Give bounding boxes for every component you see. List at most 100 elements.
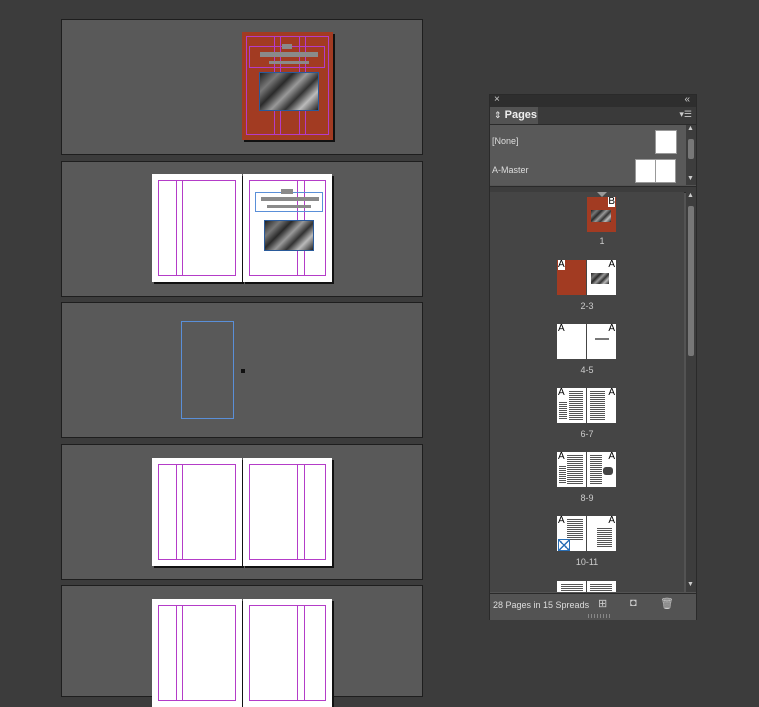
page-right[interactable]	[243, 174, 332, 282]
new-page-icon[interactable]: ◘	[630, 597, 637, 609]
resize-grip-icon[interactable]	[588, 614, 610, 618]
master-none[interactable]: [None]	[492, 128, 682, 154]
page-left[interactable]	[152, 599, 242, 707]
spread-empty[interactable]	[61, 302, 423, 438]
title-placeholder	[282, 44, 292, 49]
master-label: [None]	[492, 136, 519, 146]
title-frame	[249, 46, 325, 68]
page-thumbnail[interactable]: A	[557, 324, 586, 359]
page-thumbnail[interactable]: A	[587, 324, 616, 359]
scroll-up-icon[interactable]: ▲	[687, 125, 694, 132]
master-letter: A	[558, 515, 565, 526]
page-size-icon[interactable]: ⊞	[598, 597, 607, 610]
column-guide	[182, 180, 183, 276]
column-guide	[304, 605, 305, 701]
scroll-down-icon[interactable]: ▼	[687, 175, 694, 182]
master-letter: A	[558, 259, 565, 270]
page-thumbnail[interactable]: A	[557, 516, 586, 551]
thumbnail-text	[567, 455, 583, 485]
page-thumbnail[interactable]	[557, 581, 586, 592]
column-guide	[297, 605, 298, 701]
subtitle-placeholder	[267, 205, 311, 208]
thumbnail-image	[603, 467, 613, 475]
thumbnail-text	[559, 466, 566, 484]
page-count-status: 28 Pages in 15 Spreads	[493, 600, 590, 610]
master-letter: A	[558, 323, 565, 334]
thumbnail-text	[590, 455, 602, 485]
page-right[interactable]	[243, 599, 332, 707]
page-thumbnail[interactable]: A	[587, 388, 616, 423]
collapse-icon[interactable]: «	[684, 94, 690, 105]
selected-frame[interactable]	[181, 321, 234, 419]
page-thumbnail[interactable]: A	[587, 452, 616, 487]
page-thumbnail[interactable]: A	[587, 260, 616, 295]
master-letter: A	[608, 515, 615, 526]
page-thumbnail[interactable]: A	[557, 260, 586, 295]
tab-label: Pages	[504, 109, 538, 121]
page-left[interactable]	[152, 174, 242, 282]
spread-label: 6-7	[580, 429, 594, 439]
master-thumbnail[interactable]	[635, 159, 656, 183]
masters-section: [None] A-Master ▲ ▼	[490, 125, 696, 185]
thumbnail-text	[569, 391, 583, 421]
pages-list[interactable]: B 1 A A 2-3 A A 4-5 A A 6-7 A A 8-9 A A …	[490, 192, 684, 592]
thumbnail-photo	[591, 273, 609, 284]
spread-label: 8-9	[580, 493, 594, 503]
page-thumbnail[interactable]: A	[557, 452, 586, 487]
tab-arrows-icon: ⇕	[494, 110, 502, 120]
spread-label: 4-5	[580, 365, 594, 375]
cover-page[interactable]	[242, 32, 333, 140]
scroll-down-icon[interactable]: ▼	[687, 581, 694, 588]
thumbnail-text	[590, 391, 605, 421]
page-thumbnail[interactable]: A	[587, 516, 616, 551]
thumbnail-photo	[591, 210, 611, 222]
page-thumbnail[interactable]: B	[587, 197, 616, 232]
title-placeholder	[281, 189, 293, 194]
master-letter: A	[608, 451, 615, 462]
masters-scrollbar[interactable]: ▲ ▼	[686, 125, 696, 185]
master-thumbnail[interactable]	[655, 130, 677, 154]
title-placeholder	[261, 197, 319, 201]
margin-guide	[249, 464, 326, 560]
master-letter: A	[558, 451, 565, 462]
page-right[interactable]	[243, 458, 332, 566]
title-frame[interactable]	[255, 192, 323, 212]
margin-guide	[249, 605, 326, 701]
margin-guide	[158, 605, 236, 701]
spread-2-3[interactable]	[61, 161, 423, 297]
master-letter: A	[608, 323, 615, 334]
column-guide	[297, 464, 298, 560]
master-thumbnail[interactable]	[655, 159, 676, 183]
spread-blank-1[interactable]	[61, 444, 423, 580]
trash-icon[interactable]: 🗑	[660, 597, 674, 610]
thumbnail-text	[595, 338, 609, 340]
anchor-marker	[241, 369, 245, 373]
photo-frame[interactable]	[264, 220, 314, 251]
thumbnail-text	[561, 584, 583, 592]
spread-blank-2[interactable]	[61, 585, 423, 707]
spread-cover[interactable]	[61, 19, 423, 155]
thumbnail-text	[559, 402, 567, 420]
tab-pages[interactable]: ⇕ Pages	[490, 107, 538, 124]
master-label: A-Master	[492, 165, 529, 175]
master-a[interactable]: A-Master	[492, 157, 682, 183]
page-thumbnail[interactable]	[587, 581, 616, 592]
master-letter: A	[558, 387, 565, 398]
panel-title-bar[interactable]: × «	[490, 94, 696, 107]
column-guide	[176, 180, 177, 276]
panel-footer: 28 Pages in 15 Spreads ⊞ ◘ 🗑	[490, 593, 696, 620]
scroll-thumb[interactable]	[688, 206, 694, 356]
panel-menu-icon[interactable]: ▾☰	[679, 109, 692, 120]
spread-label: 10-11	[575, 557, 599, 567]
column-guide	[182, 605, 183, 701]
thumbnail-text	[567, 519, 583, 541]
scroll-up-icon[interactable]: ▲	[687, 192, 694, 199]
page-left[interactable]	[152, 458, 242, 566]
pages-panel[interactable]: × « ⇕ Pages ▾☰ [None] A-Master ▲ ▼ B 1 A…	[489, 94, 697, 620]
pages-scrollbar[interactable]: ▲ ▼	[686, 192, 696, 592]
cover-photo[interactable]	[259, 72, 319, 111]
page-thumbnail[interactable]: A	[557, 388, 586, 423]
close-icon[interactable]: ×	[494, 94, 500, 105]
column-guide	[304, 464, 305, 560]
scroll-thumb[interactable]	[688, 139, 694, 159]
